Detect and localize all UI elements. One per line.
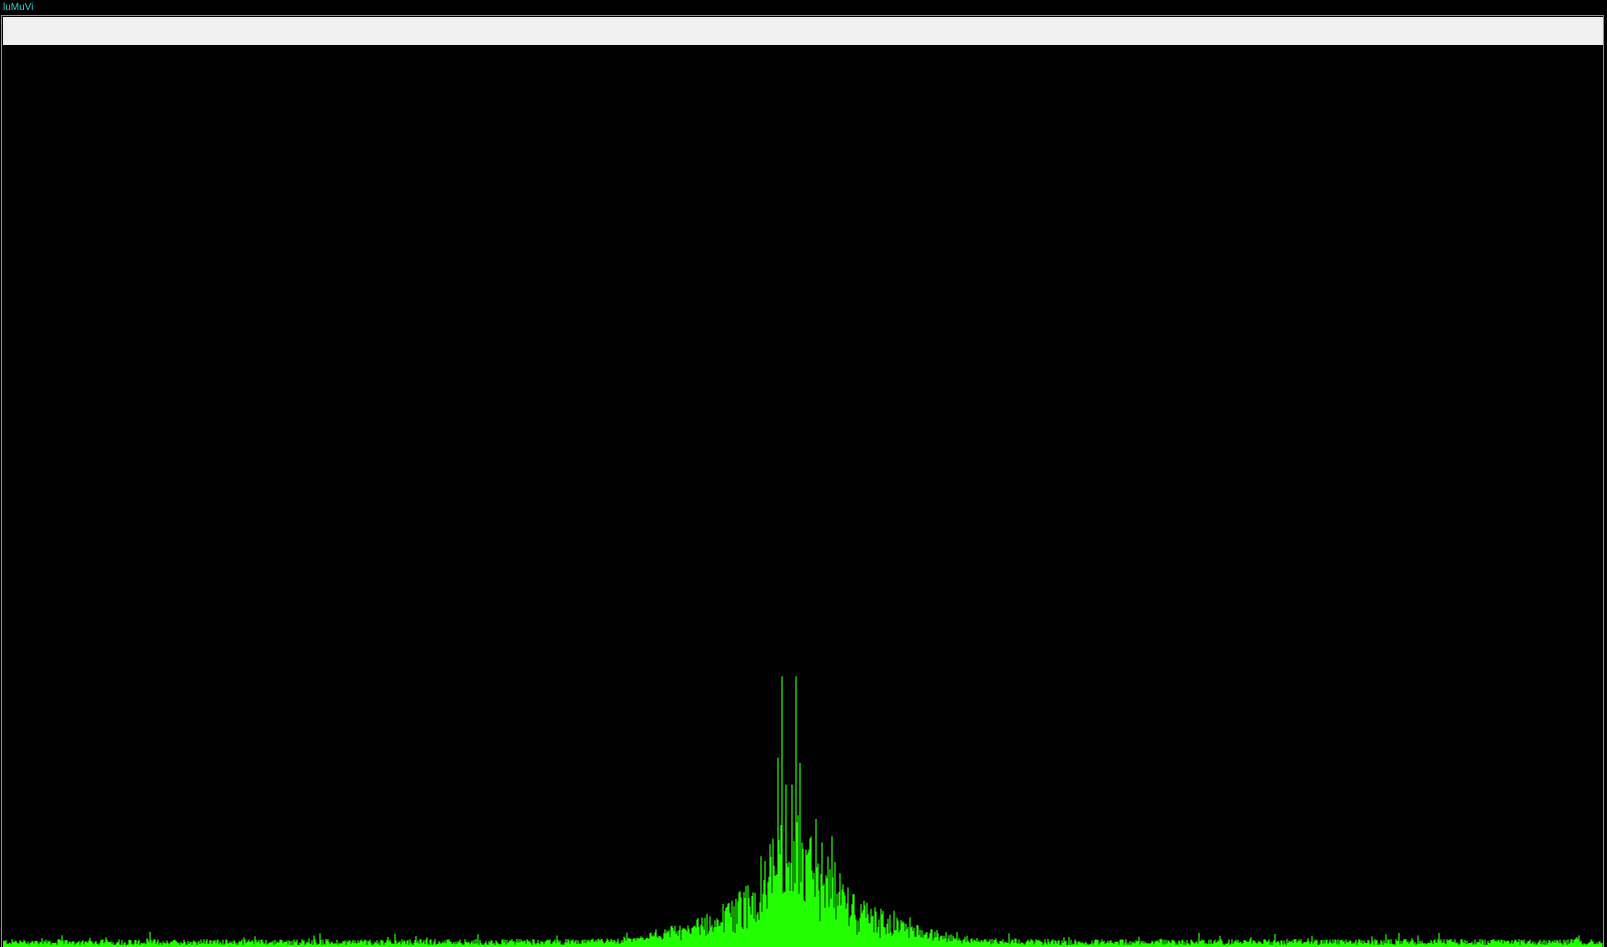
spectrum-visualizer	[3, 45, 1603, 947]
spectrum-svg	[3, 676, 1603, 947]
title-bar[interactable]: luMuVi	[0, 0, 1607, 15]
window-title: luMuVi	[3, 2, 34, 13]
app-window: luMuVi	[0, 0, 1607, 947]
toolbar[interactable]	[3, 17, 1603, 45]
